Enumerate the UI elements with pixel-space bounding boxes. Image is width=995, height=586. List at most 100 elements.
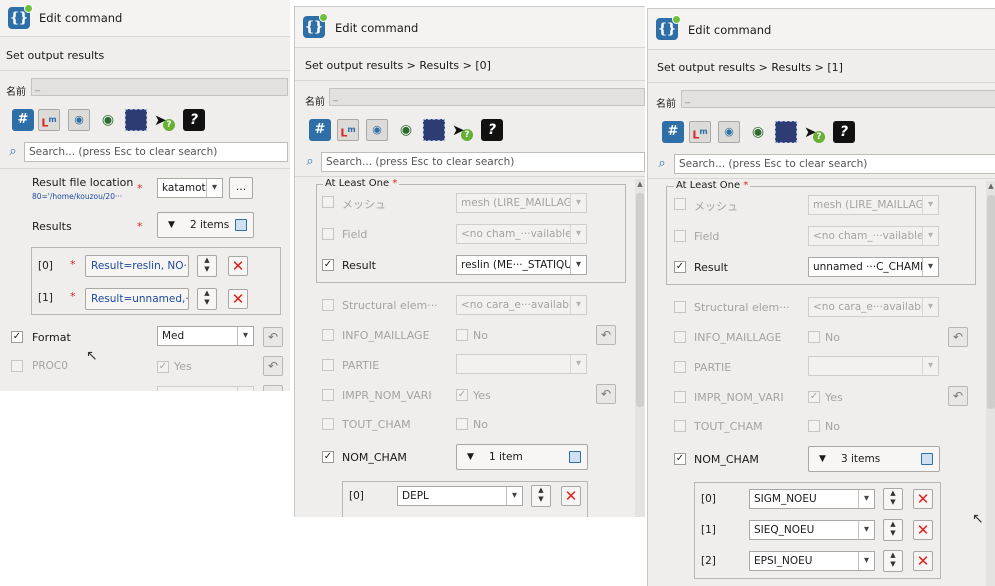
format-combo[interactable]: Med (157, 326, 254, 346)
partial-combo[interactable] (157, 386, 254, 391)
results-row-value[interactable]: Result=reslin, NO··· (85, 255, 189, 277)
tout-cham-checkbox[interactable] (674, 420, 686, 432)
format-checkbox[interactable]: ✓ (11, 331, 23, 343)
reset-icon[interactable]: ↶ (596, 325, 616, 345)
delete-icon[interactable]: ✕ (913, 551, 933, 571)
scrollbar-thumb[interactable] (987, 195, 995, 409)
eye-icon[interactable]: ◉ (747, 121, 769, 143)
move-up-down-button[interactable]: ▲ ▼ (531, 485, 551, 507)
mesh-group-icon[interactable]: Lm (337, 119, 359, 141)
delete-icon[interactable]: ✕ (913, 489, 933, 509)
move-up-down-button[interactable]: ▲ ▼ (883, 519, 903, 541)
reset-icon[interactable]: ↶ (596, 384, 616, 404)
browse-button[interactable]: ... (229, 177, 253, 199)
result-checkbox[interactable]: ✓ (674, 261, 686, 273)
reset-icon[interactable]: ↶ (263, 385, 283, 391)
info-maillage-checkbox[interactable] (674, 331, 686, 343)
field-checkbox[interactable] (322, 228, 334, 240)
scrollbar[interactable]: ▲ (635, 179, 645, 517)
partie-combo[interactable] (456, 354, 587, 374)
tout-cham-checkbox[interactable] (322, 418, 334, 430)
whats-this-cursor-icon[interactable]: ➤ (804, 121, 826, 143)
help-icon[interactable]: ? (833, 121, 855, 143)
delete-icon[interactable]: ✕ (228, 289, 248, 309)
result-checkbox[interactable]: ✓ (322, 259, 334, 271)
impr-nom-vari-value-checkbox[interactable]: ✓ (456, 389, 468, 401)
eye-icon[interactable]: ◉ (97, 109, 119, 131)
hash-icon[interactable]: # (12, 109, 34, 131)
result-file-location-combo[interactable]: katamoti (157, 178, 223, 198)
impr-nom-vari-checkbox[interactable] (674, 391, 686, 403)
partie-checkbox[interactable] (322, 359, 334, 371)
mesh-combo[interactable]: mesh (LIRE_MAILLAGE) (456, 193, 587, 213)
search-input[interactable]: Search... (press Esc to clear search) (321, 152, 645, 172)
structural-combo[interactable]: <no cara_e···available> (808, 297, 939, 317)
info-maillage-checkbox[interactable] (322, 329, 334, 341)
impr-nom-vari-checkbox[interactable] (322, 389, 334, 401)
search-input[interactable]: Search... (press Esc to clear search) (674, 154, 995, 174)
info-maillage-value-checkbox[interactable] (808, 331, 820, 343)
structural-checkbox[interactable] (322, 299, 334, 311)
nom-cham-checkbox[interactable]: ✓ (322, 451, 334, 463)
name-field[interactable]: _ (31, 78, 288, 96)
tout-cham-value-checkbox[interactable] (808, 420, 820, 432)
search-input[interactable]: Search... (press Esc to clear search) (24, 142, 288, 162)
nom-cham-row-combo[interactable]: SIEQ_NOEU (749, 520, 875, 540)
name-field[interactable]: _ (681, 90, 995, 108)
structural-checkbox[interactable] (674, 301, 686, 313)
delete-icon[interactable]: ✕ (913, 520, 933, 540)
show-group-icon[interactable]: ◉ (366, 119, 388, 141)
reset-icon[interactable]: ↶ (263, 356, 283, 376)
result-combo[interactable]: reslin (ME···_STATIQUE (456, 255, 587, 275)
proc0-checkbox[interactable] (11, 360, 23, 372)
reset-icon[interactable]: ↶ (948, 386, 968, 406)
field-checkbox[interactable] (674, 230, 686, 242)
help-icon[interactable]: ? (183, 109, 205, 131)
hash-icon[interactable]: # (309, 119, 331, 141)
hash-icon[interactable]: # (662, 121, 684, 143)
field-combo[interactable]: <no cham_···vailable> (456, 224, 587, 244)
selection-icon[interactable] (125, 109, 147, 131)
nom-cham-row-combo[interactable]: DEPL (397, 486, 523, 506)
reset-icon[interactable]: ↶ (263, 327, 283, 347)
scroll-up-icon[interactable]: ▲ (635, 179, 645, 189)
structural-combo[interactable]: <no cara_e···available> (456, 295, 587, 315)
move-up-down-button[interactable]: ▲ ▼ (883, 550, 903, 572)
mesh-group-icon[interactable]: Lm (689, 121, 711, 143)
result-combo[interactable]: unnamed ···C_CHAMP) (808, 257, 939, 277)
partie-checkbox[interactable] (674, 361, 686, 373)
nom-cham-list-button[interactable]: ▼ 1 item (456, 444, 588, 470)
nom-cham-list-button[interactable]: ▼ 3 items (808, 446, 940, 472)
nom-cham-row-combo[interactable]: SIGM_NOEU (749, 489, 875, 509)
results-list-button[interactable]: ▼ 2 items (157, 212, 254, 238)
show-group-icon[interactable]: ◉ (68, 109, 90, 131)
field-combo[interactable]: <no cham_···vailable> (808, 226, 939, 246)
reset-icon[interactable]: ↶ (948, 327, 968, 347)
nom-cham-row-combo[interactable]: EPSI_NOEU (749, 551, 875, 571)
mesh-checkbox[interactable] (674, 198, 686, 210)
scrollbar-thumb[interactable] (636, 193, 644, 407)
scrollbar[interactable]: ▲ (986, 181, 995, 586)
selection-icon[interactable] (775, 121, 797, 143)
impr-nom-vari-value-checkbox[interactable]: ✓ (808, 391, 820, 403)
delete-icon[interactable]: ✕ (561, 486, 581, 506)
mesh-group-icon[interactable]: Lm (38, 109, 60, 131)
move-up-down-button[interactable]: ▲ ▼ (197, 288, 217, 310)
tout-cham-value-checkbox[interactable] (456, 418, 468, 430)
help-icon[interactable]: ? (481, 119, 503, 141)
partie-combo[interactable] (808, 356, 939, 376)
move-up-down-button[interactable]: ▲ ▼ (883, 488, 903, 510)
selection-icon[interactable] (423, 119, 445, 141)
nom-cham-checkbox[interactable]: ✓ (674, 453, 686, 465)
whats-this-cursor-icon[interactable]: ➤ (452, 119, 474, 141)
proc0-value-checkbox[interactable]: ✓ (157, 361, 169, 373)
results-row-value[interactable]: Result=unnamed,··· (85, 288, 189, 310)
mesh-checkbox[interactable] (322, 196, 334, 208)
scroll-up-icon[interactable]: ▲ (986, 181, 995, 191)
info-maillage-value-checkbox[interactable] (456, 329, 468, 341)
move-up-down-button[interactable]: ▲ ▼ (197, 255, 217, 277)
delete-icon[interactable]: ✕ (228, 256, 248, 276)
eye-icon[interactable]: ◉ (395, 119, 417, 141)
whats-this-cursor-icon[interactable]: ➤ (154, 109, 176, 131)
mesh-combo[interactable]: mesh (LIRE_MAILLAGE) (808, 195, 939, 215)
